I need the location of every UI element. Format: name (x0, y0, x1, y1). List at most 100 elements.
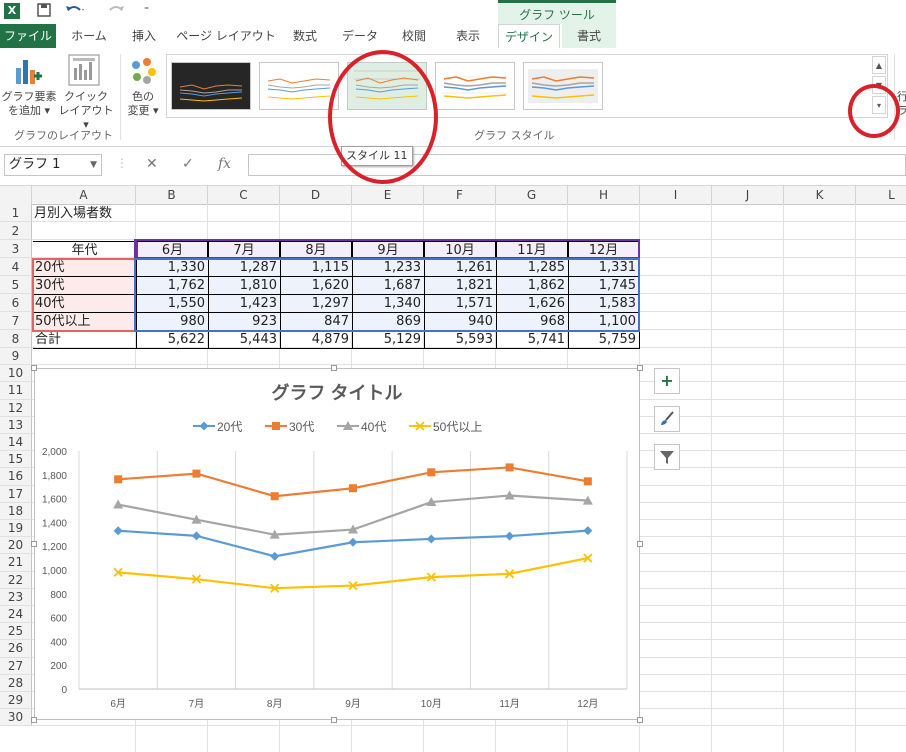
chart-filters-button[interactable] (654, 444, 680, 470)
row-header[interactable]: 6 (0, 294, 32, 312)
save-icon[interactable] (36, 2, 52, 22)
row-header[interactable]: 29 (0, 692, 32, 710)
table-cell[interactable]: 5,129 (352, 331, 424, 349)
row-header[interactable]: 10 (0, 365, 32, 383)
row-header[interactable]: 9 (0, 348, 32, 366)
row-header[interactable]: 13 (0, 416, 32, 434)
row-header[interactable]: 7 (0, 312, 32, 330)
table-cell[interactable]: 5,443 (208, 331, 280, 349)
cancel-icon[interactable]: ✕ (146, 156, 158, 172)
table-cell[interactable]: 5,593 (424, 331, 496, 349)
column-header[interactable]: I (640, 186, 712, 204)
series-line[interactable] (118, 557, 589, 590)
row-header[interactable]: 1 (0, 204, 32, 222)
resize-handle[interactable] (331, 717, 337, 723)
table-header-cell[interactable]: 年代 (33, 241, 136, 259)
tab-review[interactable]: 校閲 (394, 24, 434, 48)
undo-icon[interactable] (64, 2, 86, 22)
row-header[interactable]: 3 (0, 240, 32, 258)
row-header[interactable]: 22 (0, 571, 32, 589)
data-point-marker[interactable] (113, 526, 123, 536)
resize-handle[interactable] (637, 541, 643, 547)
column-header[interactable]: G (496, 186, 568, 204)
column-header[interactable]: F (424, 186, 496, 204)
data-point-marker[interactable] (191, 531, 201, 541)
data-point-marker[interactable] (272, 422, 280, 430)
redo-icon[interactable] (106, 2, 128, 22)
row-header[interactable]: 24 (0, 606, 32, 624)
sheet-title-cell[interactable]: 月別入場者数 (34, 205, 112, 223)
row-header[interactable]: 15 (0, 451, 32, 469)
row-header[interactable]: 14 (0, 434, 32, 452)
tab-home[interactable]: ホーム (64, 24, 114, 48)
row-header[interactable]: 27 (0, 657, 32, 675)
quick-layout-button[interactable]: クイック レイアウト ▾ (56, 90, 116, 132)
select-all-corner[interactable] (0, 186, 32, 204)
insert-function-icon[interactable]: fx (218, 156, 231, 172)
table-row-label[interactable]: 合計 (33, 331, 136, 349)
row-header[interactable]: 20 (0, 537, 32, 555)
gallery-scroll-up-button[interactable]: ▲ (872, 56, 886, 74)
plot-area[interactable]: 0 200 400 600 800 1,000 1,200 1,400 1,600 1,800 2,… (42, 447, 628, 710)
resize-handle[interactable] (31, 717, 37, 723)
row-header[interactable]: 26 (0, 640, 32, 658)
row-header[interactable]: 11 (0, 382, 32, 400)
row-header[interactable]: 2 (0, 222, 32, 240)
legend-label[interactable]: 50代以上 (433, 420, 482, 434)
table-cell[interactable]: 5,622 (136, 331, 208, 349)
change-colors-button[interactable]: 色の 変更 ▾ (122, 90, 164, 118)
column-header[interactable]: B (136, 186, 208, 204)
chart-style-5[interactable] (523, 62, 603, 110)
table-cell[interactable]: 5,741 (496, 331, 568, 349)
row-header[interactable]: 25 (0, 623, 32, 641)
row-header[interactable]: 17 (0, 485, 32, 503)
chart-style-4[interactable] (435, 62, 515, 110)
resize-handle[interactable] (331, 365, 337, 371)
chart-styles-button[interactable] (654, 406, 680, 432)
tab-design[interactable]: デザイン (498, 24, 560, 49)
data-point-marker[interactable] (505, 531, 515, 541)
column-header[interactable]: A (32, 186, 136, 204)
data-point-marker[interactable] (505, 463, 514, 472)
resize-handle[interactable] (637, 365, 643, 371)
data-point-marker[interactable] (349, 484, 357, 493)
chart-style-1[interactable] (171, 62, 251, 110)
data-point-marker[interactable] (583, 477, 592, 486)
tab-data[interactable]: データ (336, 24, 384, 48)
data-point-marker[interactable] (583, 526, 593, 536)
row-header[interactable]: 8 (0, 330, 32, 348)
chart-elements-button[interactable]: + (654, 368, 680, 394)
chart-legend[interactable]: 20代 30代 40代 50代以上 (193, 420, 482, 434)
legend-label[interactable]: 20代 (217, 420, 242, 434)
data-point-marker[interactable] (114, 475, 123, 484)
data-point-marker[interactable] (426, 534, 436, 544)
resize-handle[interactable] (31, 541, 37, 547)
row-header[interactable]: 5 (0, 276, 32, 294)
column-header[interactable]: D (280, 186, 352, 204)
row-header[interactable]: 30 (0, 709, 32, 727)
data-point-marker[interactable] (113, 499, 124, 509)
data-point-marker[interactable] (270, 551, 280, 561)
chevron-down-icon[interactable]: ▼ (90, 155, 97, 175)
tab-insert[interactable]: 挿入 (122, 24, 166, 48)
name-box[interactable]: グラフ 1 ▼ (4, 154, 102, 176)
chart-style-2[interactable] (259, 62, 339, 110)
data-point-marker[interactable] (348, 537, 358, 547)
resize-handle[interactable] (637, 717, 643, 723)
row-header[interactable]: 28 (0, 674, 32, 692)
tab-page-layout[interactable]: ページ レイアウト (176, 24, 276, 48)
line-chart[interactable]: グラフ タイトル 20代 30代 40代 50代以上 0 200 400 600 800 1,0… (34, 368, 640, 720)
data-point-marker[interactable] (199, 421, 209, 431)
column-header[interactable]: J (712, 186, 784, 204)
row-header[interactable]: 23 (0, 588, 32, 606)
row-header[interactable]: 19 (0, 520, 32, 538)
table-cell[interactable]: 4,879 (280, 331, 352, 349)
tab-view[interactable]: 表示 (446, 24, 490, 48)
column-header[interactable]: H (568, 186, 640, 204)
row-header[interactable]: 18 (0, 502, 32, 520)
row-header[interactable]: 16 (0, 468, 32, 486)
customize-quick-access-icon[interactable]: ⁼ (144, 5, 149, 16)
data-point-marker[interactable] (270, 492, 279, 501)
row-header[interactable]: 4 (0, 258, 32, 276)
column-header[interactable]: K (784, 186, 856, 204)
